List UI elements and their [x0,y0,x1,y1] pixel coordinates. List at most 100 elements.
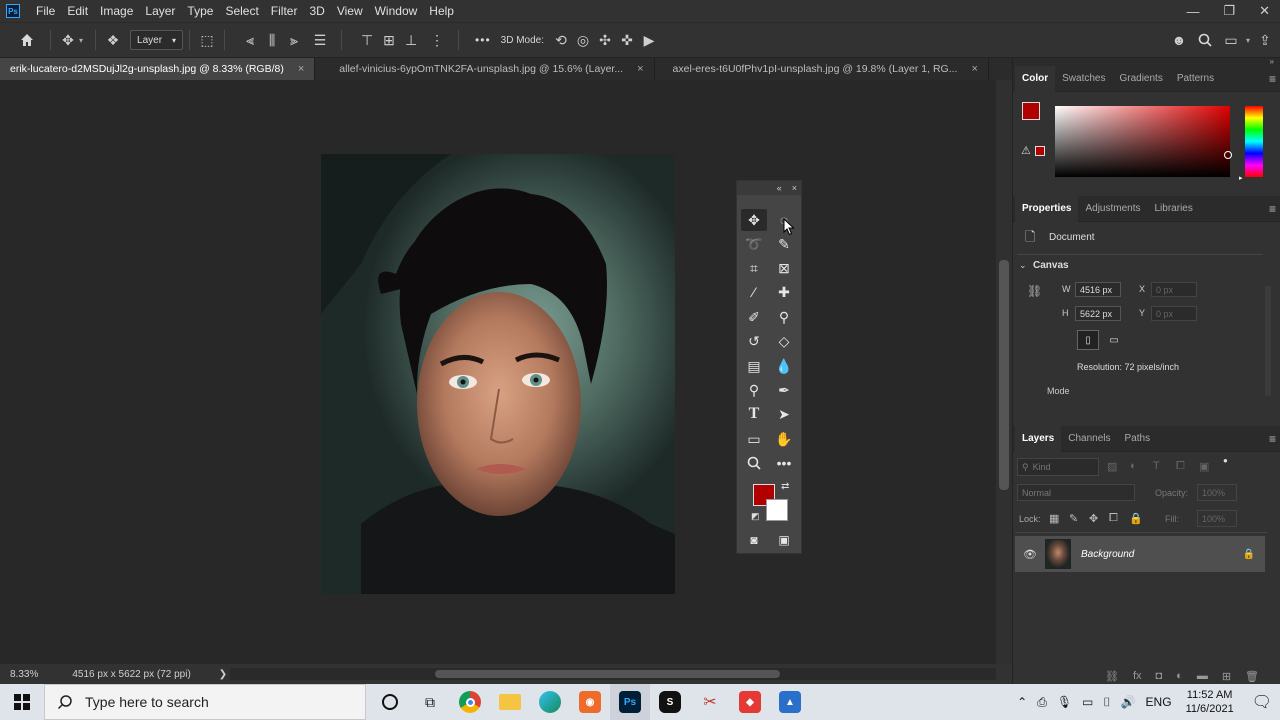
menu-layer[interactable]: Layer [139,4,181,18]
lock-position-icon[interactable]: ✥ [1089,512,1098,525]
auto-select-icon[interactable]: ❖ [102,29,124,51]
menu-type[interactable]: Type [181,4,219,18]
distribute-vertical-icon[interactable]: ⋮ [426,29,448,51]
app-black-icon[interactable]: S [650,684,690,720]
photoshop-logo-icon[interactable]: Ps [6,4,20,18]
document-canvas-image[interactable] [321,154,675,594]
menu-image[interactable]: Image [94,4,139,18]
menu-edit[interactable]: Edit [61,4,94,18]
image-filter-icon[interactable]: ▨ [1107,460,1117,473]
menu-help[interactable]: Help [423,4,460,18]
tab-layers[interactable]: Layers [1015,425,1062,452]
layer-select[interactable]: Layer ▾ [130,30,184,50]
network-icon[interactable]: ⌷ [1103,695,1110,710]
orbit-3d-icon[interactable]: ⟲ [550,29,572,51]
slide-3d-icon[interactable]: ✜ [616,29,638,51]
menu-3d[interactable]: 3D [303,4,330,18]
close-icon[interactable]: × [971,63,977,75]
type-filter-icon[interactable]: T [1153,460,1160,472]
collapse-icon[interactable]: « [777,183,782,193]
volume-icon[interactable]: 🔊 [1121,695,1136,709]
link-icon[interactable]: ⛓ [1027,284,1042,298]
height-field[interactable]: 5622 px [1075,306,1121,321]
canvas-section-title[interactable]: Canvas [1033,260,1069,271]
eyedropper-tool-icon[interactable]: ⁄ [741,281,767,303]
chevron-down-icon[interactable]: ⌄ [1019,260,1027,271]
gamut-color-swatch[interactable] [1035,146,1045,156]
fill-field[interactable]: 100% [1197,510,1237,527]
color-field[interactable] [1055,106,1230,177]
align-middle-icon[interactable]: ⊞ [378,29,400,51]
menu-select[interactable]: Select [219,4,264,18]
tray-expand-icon[interactable]: ⌃ [1017,695,1027,709]
document-tab[interactable]: erik-lucatero-d2MSDujJl2g-unsplash.jpg @… [0,58,316,80]
photos-app-icon[interactable]: ▲ [770,684,810,720]
chrome-app-icon[interactable] [450,684,490,720]
panel-menu-icon[interactable]: ≡ [1269,72,1276,86]
horizontal-scrollbar[interactable] [230,668,996,680]
align-bottom-icon[interactable]: ⊥ [400,29,422,51]
menu-view[interactable]: View [331,4,369,18]
move-tool-icon[interactable]: ✥ [57,29,79,51]
tab-color[interactable]: Color [1015,65,1056,92]
more-options-icon[interactable]: ••• [475,33,491,47]
clone-stamp-tool-icon[interactable]: ⚲ [771,306,797,328]
edge-app-icon[interactable] [530,684,570,720]
lock-transparent-icon[interactable]: ▦ [1049,512,1059,525]
notifications-icon[interactable]: 🗨 [1252,692,1272,712]
shape-filter-icon[interactable]: ⧠ [1176,460,1185,473]
cortana-icon[interactable] [370,684,410,720]
color-picker-ring[interactable] [1224,151,1232,159]
battery-icon[interactable]: ▭ [1082,695,1093,709]
clock[interactable]: 11:52 AM 11/6/2021 [1186,688,1234,716]
menu-file[interactable]: File [30,4,61,18]
file-explorer-icon[interactable] [490,684,530,720]
portrait-orientation-icon[interactable]: ▯ [1077,330,1099,350]
landscape-orientation-icon[interactable]: ▭ [1103,330,1125,350]
path-selection-tool-icon[interactable]: ➤ [771,403,797,425]
align-top-icon[interactable]: ⊤ [356,29,378,51]
lock-all-icon[interactable]: 🔒 [1129,512,1143,525]
width-field[interactable]: 4516 px [1075,282,1121,297]
kind-filter[interactable]: ⚲ Kind [1017,458,1099,476]
app-orange-icon[interactable]: ◉ [570,684,610,720]
minimize-button[interactable]: — [1186,4,1199,19]
lock-artboard-icon[interactable]: ⧠ [1109,512,1118,525]
align-center-icon[interactable]: ⫼ [261,29,283,51]
gradient-tool-icon[interactable]: ▤ [741,355,767,377]
tab-paths[interactable]: Paths [1118,426,1158,452]
restore-button[interactable]: ❐ [1223,3,1235,19]
tab-patterns[interactable]: Patterns [1170,66,1221,92]
align-right-icon[interactable]: ⫸ [283,29,305,51]
close-icon[interactable]: × [637,63,643,75]
opacity-field[interactable]: 100% [1197,484,1237,501]
properties-scrollbar[interactable] [1265,286,1271,396]
smart-object-filter-icon[interactable]: ▣ [1199,460,1209,473]
rectangle-tool-icon[interactable]: ▭ [741,428,767,450]
frame-tool-icon[interactable]: ⊠ [771,257,797,279]
tab-adjustments[interactable]: Adjustments [1078,196,1147,222]
healing-brush-tool-icon[interactable]: ✚ [771,281,797,303]
pen-tool-icon[interactable]: ✒ [771,379,797,401]
hand-tool-icon[interactable]: ✋ [771,428,797,450]
screen-mode-icon[interactable]: ▣ [771,529,797,551]
close-icon[interactable]: × [792,183,797,193]
type-tool-icon[interactable]: T [741,403,767,425]
close-button[interactable]: ✕ [1259,3,1270,19]
default-colors-icon[interactable]: ◩ [751,511,760,522]
blend-mode-select[interactable]: Normal [1017,484,1135,501]
drag-3d-icon[interactable]: ✣ [594,29,616,51]
tab-swatches[interactable]: Swatches [1055,66,1112,92]
hue-slider[interactable] [1245,106,1263,177]
video-camera-icon[interactable]: ▶ [638,29,660,51]
scroll-thumb[interactable] [999,260,1009,490]
snipping-tool-icon[interactable]: ✂ [690,684,730,720]
roll-3d-icon[interactable]: ◎ [572,29,594,51]
close-icon[interactable]: × [298,63,304,75]
chevron-down-icon[interactable]: ▾ [79,36,83,45]
search-icon[interactable] [1194,29,1216,51]
transform-controls-icon[interactable]: ⬚ [196,29,218,51]
dodge-tool-icon[interactable]: ⚲ [741,379,767,401]
windows-start-icon[interactable] [0,684,44,720]
chevron-down-icon[interactable]: ▾ [1246,36,1250,45]
